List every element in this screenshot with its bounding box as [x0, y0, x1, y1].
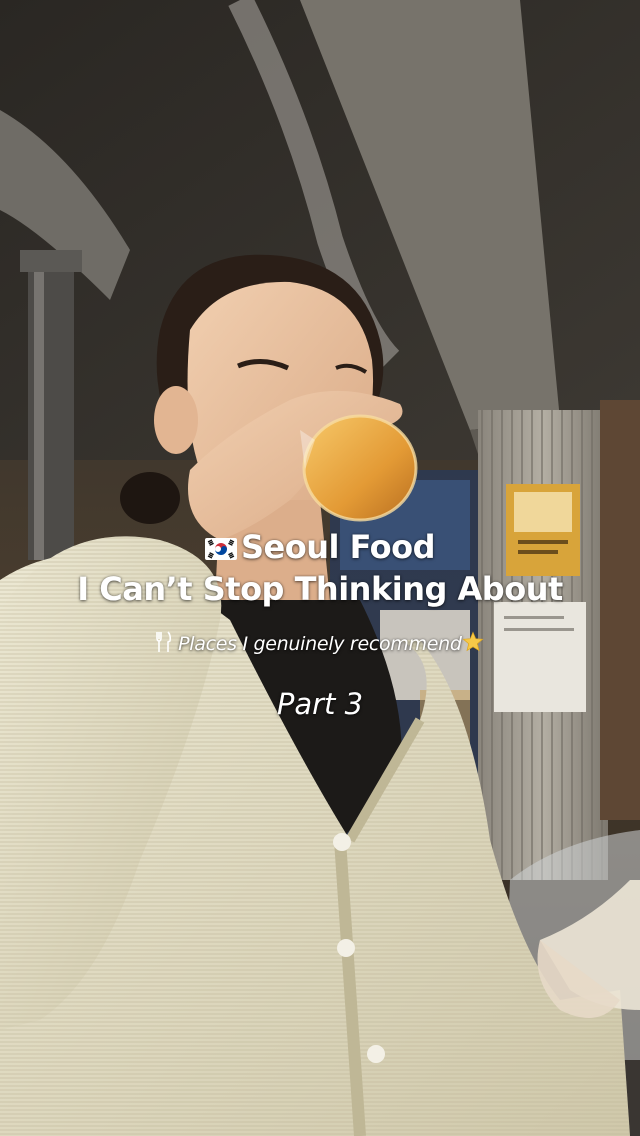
cardigan-button — [337, 939, 355, 957]
south-korea-flag-icon — [204, 528, 237, 560]
subtitle-text: Places I genuinely recommend — [178, 633, 462, 655]
overlay-title-line-1: Seoul Food — [0, 526, 640, 568]
video-frame: Seoul Food I Can’t Stop Thinking About P… — [0, 0, 640, 1136]
title-line-1-text: Seoul Food — [240, 528, 436, 566]
cardigan-button — [367, 1045, 385, 1063]
cardigan-button — [333, 833, 351, 851]
overlay-part-label: Part 3 — [276, 687, 364, 721]
star-icon — [462, 631, 484, 661]
overlay-title-line-2: I Can’t Stop Thinking About — [77, 570, 563, 608]
fork-and-knife-icon — [156, 631, 172, 661]
overlay-subtitle: Places I genuinely recommend — [0, 630, 640, 661]
